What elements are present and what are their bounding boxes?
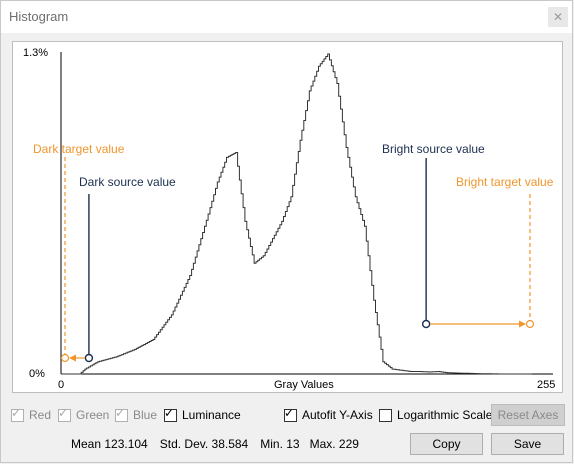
luminance-histogram-line (61, 53, 532, 375)
x-max-label: 255 (537, 379, 555, 391)
save-button[interactable]: Save (491, 433, 564, 455)
bright-source-label: Bright source value (382, 142, 485, 156)
stat-max: Max. 229 (309, 437, 359, 451)
dark-target-handle[interactable] (60, 353, 70, 363)
dark-arrowhead-icon (69, 354, 76, 362)
channel-red-checkbox[interactable]: ✓ Red (11, 405, 51, 425)
stat-min: Min. 13 (260, 437, 300, 451)
close-button[interactable]: ✕ (548, 7, 568, 27)
reset-axes-button[interactable]: Reset Axes (491, 404, 565, 426)
checkmark-icon: ✓ (284, 405, 295, 420)
bright-target-label: Bright target value (456, 175, 554, 189)
bright-source-handle[interactable] (421, 319, 431, 329)
channel-blue-checkbox[interactable]: ✓ Blue (115, 405, 157, 425)
statistics-bar: Mean 123.104 Std. Dev. 38.584 Min. 13 Ma… (71, 437, 359, 451)
bright-target-handle[interactable] (525, 319, 535, 329)
histogram-plot[interactable]: 1.3% 0% 0 255 Gray Values Dark target va… (12, 41, 563, 393)
logarithmic-scale-checkbox[interactable]: Logarithmic Scale (379, 405, 492, 425)
red-label: Red (29, 408, 52, 422)
checkmark-icon: ✓ (11, 405, 22, 420)
y-min-label: 0% (29, 368, 45, 380)
blue-check-box[interactable]: ✓ (115, 405, 128, 422)
autofit-y-axis-checkbox[interactable]: ✓ Autofit Y-Axis (284, 405, 373, 425)
red-check-box[interactable]: ✓ (11, 405, 24, 422)
checkmark-icon: ✓ (115, 405, 126, 420)
stat-std-dev: Std. Dev. 38.584 (159, 437, 249, 451)
channel-luminance-checkbox[interactable]: ✓ Luminance (164, 405, 241, 425)
histogram-svg: 1.3% 0% 0 255 Gray Values Dark target va… (23, 47, 555, 391)
blue-label: Blue (133, 408, 158, 422)
copy-button[interactable]: Copy (410, 433, 483, 455)
autofit-check-box[interactable]: ✓ (284, 405, 297, 422)
histogram-window: Histogram ✕ 1.3% 0% 0 255 Gray Values Da… (0, 0, 573, 463)
x-min-label: 0 (58, 379, 64, 391)
log-label: Logarithmic Scale (397, 408, 493, 422)
dark-target-label: Dark target value (33, 142, 125, 156)
bright-arrowhead-icon (519, 320, 526, 328)
title-bar: Histogram ✕ (1, 1, 572, 33)
dark-source-label: Dark source value (79, 175, 176, 189)
log-check-box[interactable] (379, 408, 392, 422)
autofit-label: Autofit Y-Axis (302, 408, 373, 422)
y-max-label: 1.3% (23, 47, 48, 59)
green-label: Green (76, 408, 110, 422)
green-check-box[interactable]: ✓ (58, 405, 71, 422)
checkmark-icon: ✓ (58, 405, 69, 420)
x-axis-title: Gray Values (274, 379, 334, 391)
checkmark-icon: ✓ (164, 405, 175, 420)
stat-mean: Mean 123.104 (71, 437, 148, 451)
window-title: Histogram (9, 9, 69, 24)
luminance-check-box[interactable]: ✓ (164, 405, 177, 422)
dark-source-handle[interactable] (84, 353, 94, 363)
channel-green-checkbox[interactable]: ✓ Green (58, 405, 109, 425)
luminance-label: Luminance (182, 408, 241, 422)
